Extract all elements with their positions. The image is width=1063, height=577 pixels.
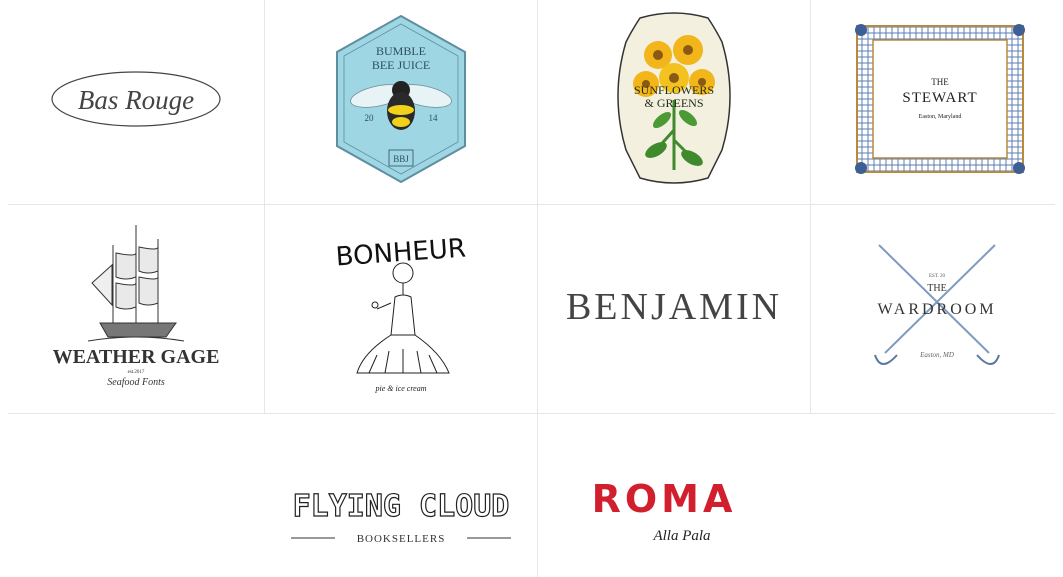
flying-cloud-sub: BOOKSELLERS (357, 533, 446, 545)
stewart-name: STEWART (902, 90, 977, 106)
logo-bonheur[interactable]: BONHEUR pie & ice cream (265, 205, 537, 413)
logo-roma-alla-pala[interactable]: ROMA Alla Pala (538, 414, 810, 577)
logo-grid: Bas Rouge BUMBLE BEE JUICE 20 14 BBJ SUN… (0, 0, 1063, 577)
bumble-monogram: BBJ (393, 154, 409, 164)
sunflowers-line2: & GREENS (644, 96, 703, 110)
stewart-place: Easton, Maryland (919, 114, 962, 120)
weather-gage-name: WEATHER GAGE (53, 346, 220, 368)
bonheur-tagline: pie & ice cream (374, 384, 426, 393)
ship-icon (87, 225, 185, 342)
logo-sunflowers-greens[interactable]: SUNFLOWERS & GREENS (538, 0, 810, 204)
logo-weather-gage[interactable]: WEATHER GAGE est.2017 Seafood Fonts (8, 205, 264, 413)
logo-bumble-bee-juice[interactable]: BUMBLE BEE JUICE 20 14 BBJ (265, 0, 537, 204)
benjamin-name: BENJAMIN (566, 286, 782, 328)
wardroom-name: WARDROOM (877, 301, 996, 318)
bumble-line2: BEE JUICE (372, 58, 430, 72)
wardroom-the: THE (927, 283, 946, 294)
bumble-year-right: 14 (429, 113, 439, 123)
weather-gage-script: Seafood Fonts (107, 377, 165, 388)
bas-rouge-text: Bas Rouge (78, 85, 194, 115)
roma-name: ROMA (592, 477, 737, 521)
logo-the-wardroom[interactable]: EST. 20 THE WARDROOM Easton, MD (811, 205, 1063, 413)
wardroom-script: Easton, MD (919, 351, 954, 359)
logo-flying-cloud[interactable]: FLYING CLOUD BOOKSELLERS (265, 414, 537, 577)
bonheur-name: BONHEUR (335, 233, 467, 272)
logo-the-stewart[interactable]: THE STEWART Easton, Maryland (811, 0, 1063, 204)
stewart-the: THE (931, 77, 949, 87)
bumble-year-left: 20 (365, 113, 375, 123)
woman-illustration-icon (356, 262, 450, 374)
flying-cloud-name: FLYING CLOUD (293, 489, 510, 524)
wardroom-est: EST. 20 (929, 274, 946, 279)
logo-bas-rouge[interactable]: Bas Rouge (8, 0, 264, 204)
weather-gage-est: est.2017 (128, 370, 145, 375)
logo-benjamin[interactable]: BENJAMIN (538, 205, 810, 413)
bumble-line1: BUMBLE (376, 44, 426, 58)
sunflowers-line1: SUNFLOWERS (634, 83, 714, 97)
roma-sub: Alla Pala (652, 528, 710, 544)
